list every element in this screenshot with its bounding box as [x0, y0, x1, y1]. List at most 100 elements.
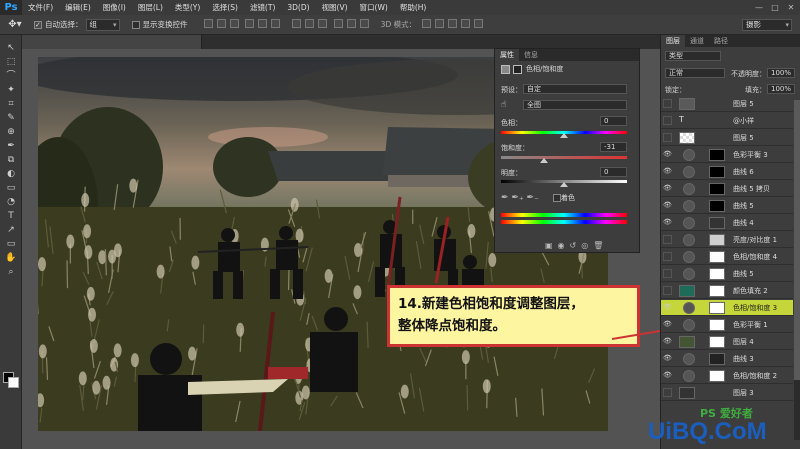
tool-button[interactable]: ⊕	[0, 125, 22, 139]
layer-mask-thumbnail[interactable]	[709, 285, 725, 297]
eyedropper-icons[interactable]: ✒ ✒₊ ✒₋	[501, 193, 539, 203]
layer-mask-thumbnail[interactable]	[709, 200, 725, 212]
mask-icon[interactable]	[513, 64, 522, 74]
kind-filter-dropdown[interactable]: 类型	[665, 51, 721, 61]
visibility-eye-icon[interactable]: 👁	[663, 184, 672, 193]
tool-button[interactable]: ↗	[0, 223, 22, 237]
visibility-eye-icon[interactable]: 👁	[663, 201, 672, 210]
visibility-eye-icon[interactable]: 👁	[663, 303, 672, 312]
minimize-button[interactable]: —	[752, 0, 766, 15]
visibility-eye-icon[interactable]: 👁	[663, 218, 672, 227]
preset-dropdown[interactable]: 自定	[523, 84, 627, 94]
layer-mask-thumbnail[interactable]	[709, 183, 725, 195]
saturation-value[interactable]: -31	[600, 142, 627, 152]
move-tool-icon[interactable]: ✥▾	[0, 19, 30, 30]
layer-mask-thumbnail[interactable]	[709, 370, 725, 382]
layer-row[interactable]: 👁 曲线 3	[661, 351, 793, 367]
tool-button[interactable]: ✦	[0, 83, 22, 97]
layer-row[interactable]: T @小祥	[661, 113, 793, 129]
layer-row[interactable]: 👁 色相/饱和度 2	[661, 368, 793, 384]
visibility-eye-icon[interactable]	[663, 388, 672, 397]
layer-row[interactable]: 👁 曲线 4	[661, 215, 793, 231]
menu-item[interactable]: 图层(L)	[132, 0, 169, 15]
tool-button[interactable]: ⌗	[0, 97, 22, 111]
layer-mask-thumbnail[interactable]	[709, 319, 725, 331]
layer-mask-thumbnail[interactable]	[709, 268, 725, 280]
layer-row[interactable]: 👁 色彩平衡 3	[661, 147, 793, 163]
tab-properties[interactable]: 属性	[495, 49, 519, 61]
tab-info[interactable]: 信息	[519, 49, 543, 61]
3d-mode-icons[interactable]	[420, 19, 485, 30]
menu-item[interactable]: 帮助(H)	[394, 0, 433, 15]
layer-mask-thumbnail[interactable]	[709, 217, 725, 229]
panel-footer-icons[interactable]: ▣◉↺◎🗑	[545, 241, 608, 250]
visibility-eye-icon[interactable]	[663, 269, 672, 278]
close-button[interactable]: ✕	[784, 0, 798, 15]
menu-item[interactable]: 选择(S)	[206, 0, 244, 15]
menu-item[interactable]: 图像(I)	[97, 0, 132, 15]
menu-item[interactable]: 窗口(W)	[354, 0, 394, 15]
tool-button[interactable]: ▭	[0, 237, 22, 251]
visibility-eye-icon[interactable]	[663, 286, 672, 295]
tool-button[interactable]: ⌒	[0, 69, 22, 83]
layer-row[interactable]: 图层 5	[661, 96, 793, 112]
layer-row[interactable]: 颜色填充 2	[661, 283, 793, 299]
visibility-eye-icon[interactable]	[663, 252, 672, 261]
fill-field[interactable]: 100%	[767, 84, 795, 94]
layer-row[interactable]: 👁 色相/饱和度 3	[661, 300, 793, 316]
visibility-eye-icon[interactable]: 👁	[663, 150, 672, 159]
layer-mask-thumbnail[interactable]	[709, 149, 725, 161]
document-tab[interactable]	[22, 35, 202, 49]
visibility-eye-icon[interactable]	[663, 235, 672, 244]
lightness-slider-thumb[interactable]	[560, 182, 568, 187]
workspace-dropdown[interactable]: 摄影	[742, 18, 792, 31]
menu-item[interactable]: 文件(F)	[22, 0, 59, 15]
layer-mask-thumbnail[interactable]	[709, 251, 725, 263]
hand-target-icon[interactable]: ☝	[501, 100, 506, 110]
show-transform-checkbox[interactable]	[131, 20, 140, 29]
layer-mask-thumbnail[interactable]	[709, 166, 725, 178]
layer-row[interactable]: 👁 曲线 5	[661, 198, 793, 214]
blend-mode-dropdown[interactable]: 正常	[665, 68, 725, 78]
layer-row[interactable]: 色相/饱和度 4	[661, 249, 793, 265]
tool-button[interactable]: ⧉	[0, 153, 22, 167]
saturation-slider-thumb[interactable]	[540, 158, 549, 163]
visibility-eye-icon[interactable]	[663, 99, 672, 108]
background-color-swatch[interactable]	[8, 377, 19, 388]
hue-value[interactable]: 0	[600, 116, 627, 126]
tab-paths[interactable]: 路径	[709, 35, 733, 47]
layer-mask-thumbnail[interactable]	[709, 336, 725, 348]
maximize-button[interactable]: □	[768, 0, 782, 15]
auto-select-dropdown[interactable]: 组	[85, 18, 120, 31]
visibility-eye-icon[interactable]: 👁	[663, 320, 672, 329]
layer-mask-thumbnail[interactable]	[709, 302, 725, 314]
layer-mask-thumbnail[interactable]	[709, 353, 725, 365]
layer-row[interactable]: 图层 3	[661, 385, 793, 401]
visibility-eye-icon[interactable]: 👁	[663, 354, 672, 363]
tool-button[interactable]: ⌕	[0, 265, 22, 279]
tool-button[interactable]: ◐	[0, 167, 22, 181]
visibility-eye-icon[interactable]	[663, 133, 672, 142]
lightness-value[interactable]: 0	[600, 167, 627, 177]
layer-row[interactable]: 👁 色彩平衡 1	[661, 317, 793, 333]
tool-button[interactable]: ✒	[0, 139, 22, 153]
tool-button[interactable]: ⬚	[0, 55, 22, 69]
saturation-slider[interactable]	[501, 156, 627, 159]
tab-layers[interactable]: 图层	[661, 35, 685, 47]
menu-item[interactable]: 视图(V)	[316, 0, 354, 15]
channel-dropdown[interactable]: 全图	[523, 100, 627, 110]
menu-item[interactable]: 3D(D)	[281, 0, 315, 15]
opacity-field[interactable]: 100%	[767, 68, 795, 78]
tool-button[interactable]: ▭	[0, 181, 22, 195]
visibility-eye-icon[interactable]: 👁	[663, 167, 672, 176]
tab-channels[interactable]: 通道	[685, 35, 709, 47]
tool-button[interactable]: ◔	[0, 195, 22, 209]
auto-select-checkbox[interactable]	[34, 20, 42, 29]
layer-mask-thumbnail[interactable]	[709, 234, 725, 246]
hue-slider-thumb[interactable]	[560, 133, 568, 138]
layer-row[interactable]: 👁 曲线 6	[661, 164, 793, 180]
layers-scrollbar[interactable]	[794, 100, 800, 440]
tool-button[interactable]: ↖	[0, 41, 22, 55]
layer-row[interactable]: 👁 曲线 5 拷贝	[661, 181, 793, 197]
menu-item[interactable]: 编辑(E)	[59, 0, 97, 15]
